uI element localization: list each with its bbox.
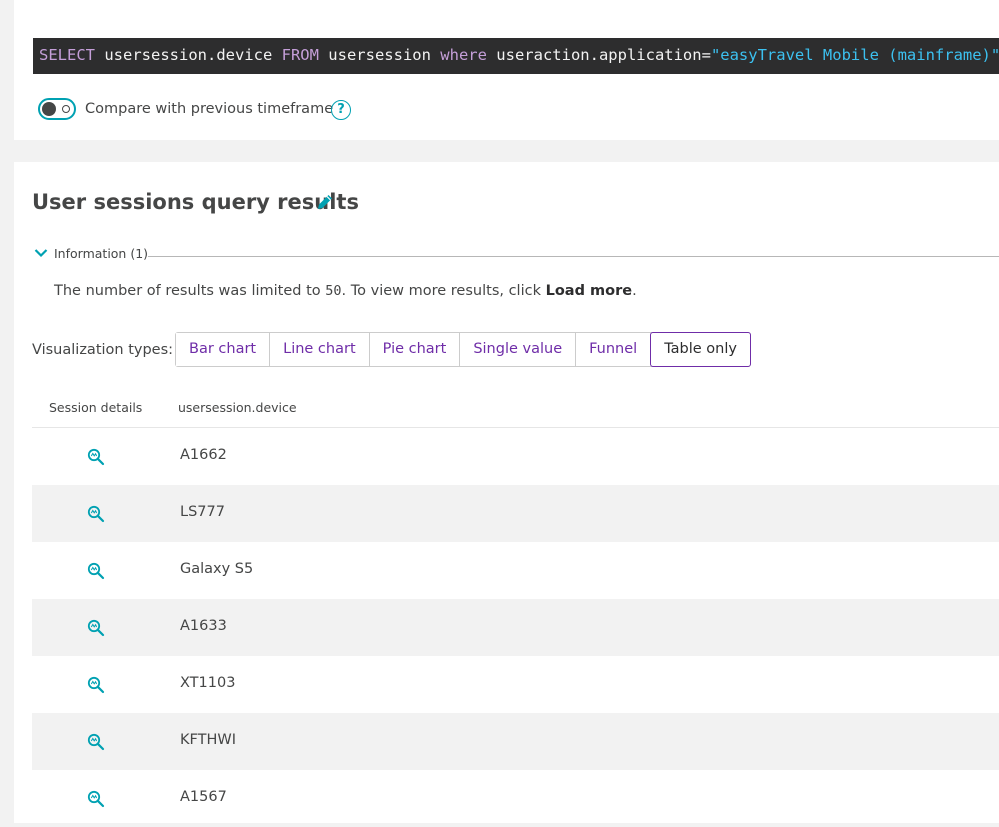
- column-header-session-details: Session details: [49, 400, 143, 415]
- query-token: SELECT: [39, 46, 95, 64]
- query-token: FROM: [281, 46, 319, 64]
- query-token: useraction.application=: [486, 46, 711, 64]
- query-token: usersession.device: [95, 46, 282, 64]
- load-more-link[interactable]: Load more: [546, 283, 632, 299]
- query-token: usersession: [318, 46, 441, 64]
- viz-pie-chart-button[interactable]: Pie chart: [368, 333, 460, 366]
- viz-types-label: Visualization types:: [32, 342, 174, 358]
- query-editor[interactable]: SELECT usersession.device FROM usersessi…: [33, 38, 999, 74]
- table-row: A1633: [32, 599, 999, 656]
- table-row: A1662: [32, 428, 999, 485]
- pencil-icon[interactable]: [315, 192, 335, 212]
- result-limit: 50: [325, 283, 342, 299]
- magnifier-session-icon[interactable]: [87, 505, 105, 523]
- info-text-part: . To view more results, click: [341, 283, 546, 299]
- info-message: The number of results was limited to 50.…: [54, 283, 637, 299]
- device-cell: A1662: [180, 447, 227, 463]
- query-token: where: [440, 46, 487, 64]
- compare-toggle[interactable]: [38, 98, 76, 120]
- chevron-down-icon[interactable]: [34, 248, 48, 258]
- info-section-toggle[interactable]: Information (1): [54, 246, 148, 261]
- page-title: User sessions query results: [32, 190, 359, 214]
- column-header-device[interactable]: usersession.device: [178, 400, 297, 415]
- table-row: LS777: [32, 485, 999, 542]
- query-token: "easyTravel Mobile (mainframe)": [710, 46, 999, 64]
- device-cell: A1633: [180, 618, 227, 634]
- results-panel: User sessions query results Information …: [14, 162, 999, 823]
- table-row: KFTHWI: [32, 713, 999, 770]
- info-text-part: .: [632, 283, 637, 299]
- magnifier-session-icon[interactable]: [87, 676, 105, 694]
- viz-single-value-button[interactable]: Single value: [459, 333, 576, 366]
- viz-line-chart-button[interactable]: Line chart: [269, 333, 369, 366]
- magnifier-session-icon[interactable]: [87, 733, 105, 751]
- toggle-knob: [42, 102, 56, 116]
- device-cell: A1567: [180, 789, 227, 805]
- table-row: Galaxy S5: [32, 542, 999, 599]
- divider: [148, 256, 999, 257]
- query-panel: SELECT usersession.device FROM usersessi…: [14, 0, 999, 140]
- help-icon[interactable]: ?: [331, 100, 351, 120]
- info-text-part: The number of results was limited to: [54, 283, 326, 299]
- viz-funnel-button[interactable]: Funnel: [575, 333, 651, 366]
- device-cell: LS777: [180, 504, 225, 520]
- magnifier-session-icon[interactable]: [87, 790, 105, 808]
- device-cell: XT1103: [180, 675, 236, 691]
- magnifier-session-icon[interactable]: [87, 448, 105, 466]
- toggle-off-indicator: [62, 105, 70, 113]
- device-cell: Galaxy S5: [180, 561, 254, 577]
- viz-type-selector: Bar chart Line chart Pie chart Single va…: [175, 332, 751, 367]
- viz-bar-chart-button[interactable]: Bar chart: [176, 333, 270, 366]
- device-cell: KFTHWI: [180, 732, 236, 748]
- magnifier-session-icon[interactable]: [87, 562, 105, 580]
- magnifier-session-icon[interactable]: [87, 619, 105, 637]
- table-row: XT1103: [32, 656, 999, 713]
- compare-label: Compare with previous timeframe: [85, 101, 334, 117]
- table-row: A1567: [32, 770, 999, 827]
- viz-table-only-button[interactable]: Table only: [650, 332, 751, 367]
